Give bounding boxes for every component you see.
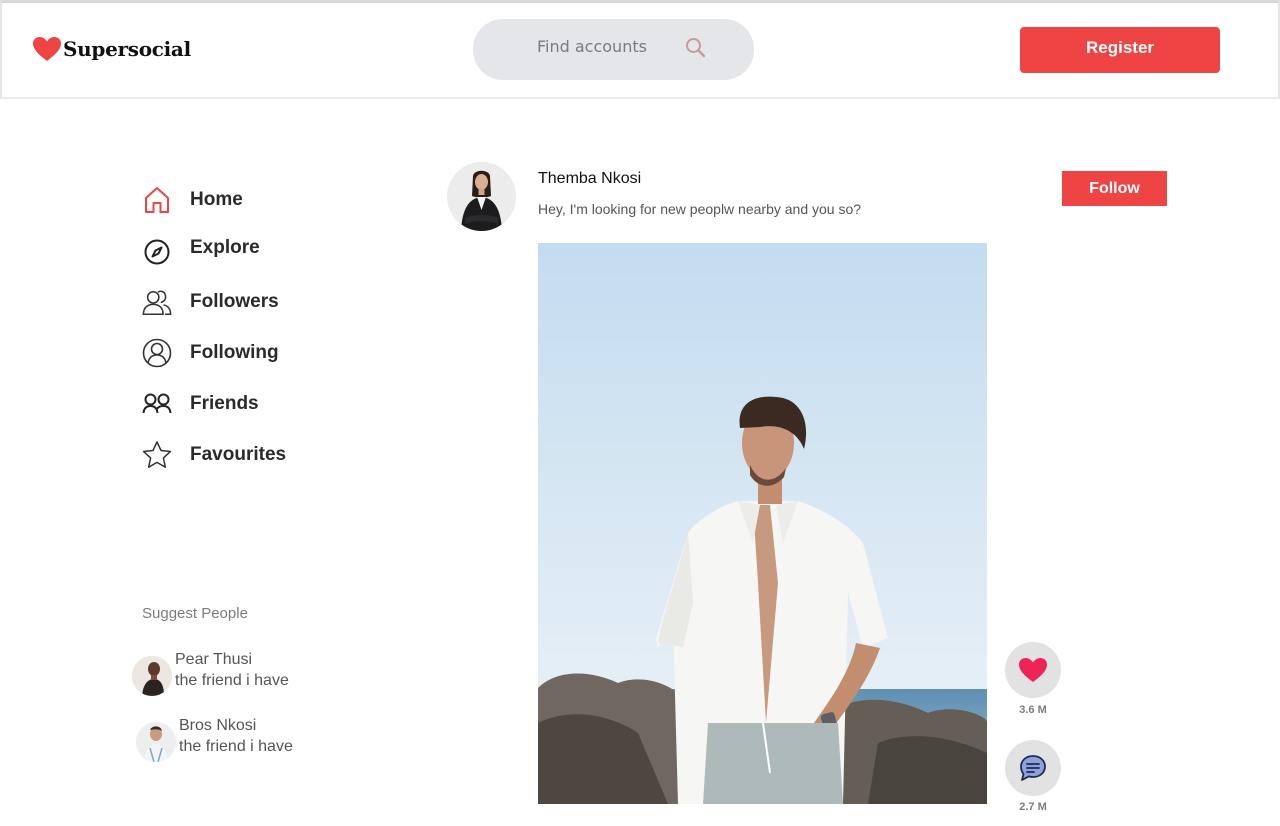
- user-circle-icon: [142, 338, 172, 368]
- search-bar[interactable]: [473, 19, 754, 80]
- follow-button[interactable]: Follow: [1062, 171, 1167, 206]
- users-icon: [142, 287, 172, 317]
- like-button[interactable]: [1005, 642, 1061, 698]
- brand-name: Supersocial: [63, 37, 191, 61]
- suggested-person[interactable]: Pear Thusi the friend i have: [132, 651, 352, 697]
- friends-icon: [142, 389, 172, 419]
- suggest-people-heading: Suggest People: [142, 605, 248, 622]
- sidebar-item-favourites[interactable]: Favourites: [142, 439, 286, 471]
- comment-count: 2.7 M: [1019, 801, 1047, 813]
- suggested-person[interactable]: Bros Nkosi the friend i have: [136, 717, 356, 763]
- sidebar-item-label: Following: [190, 342, 279, 363]
- sidebar-item-home[interactable]: Home: [142, 184, 243, 216]
- heart-logo-icon: [33, 37, 61, 61]
- sidebar-item-label: Home: [190, 189, 243, 210]
- sidebar-item-label: Favourites: [190, 444, 287, 465]
- comment-button[interactable]: [1005, 740, 1061, 796]
- sidebar-item-label: Explore: [190, 237, 260, 258]
- star-icon: [142, 440, 172, 470]
- brand-logo[interactable]: Supersocial: [32, 36, 191, 62]
- register-button[interactable]: Register: [1020, 27, 1220, 73]
- suggested-person-name: Pear Thusi: [175, 651, 253, 668]
- heart-icon: [1019, 658, 1047, 682]
- chat-bubble-icon: [1020, 755, 1046, 781]
- sidebar-item-label: Friends: [190, 393, 259, 414]
- post-caption: Hey, I'm looking for new peoplw nearby a…: [538, 201, 862, 217]
- avatar: [136, 722, 176, 762]
- search-input[interactable]: [537, 37, 677, 56]
- post-author-avatar[interactable]: [447, 162, 516, 231]
- sidebar-item-label: Followers: [190, 291, 279, 312]
- avatar: [132, 656, 172, 696]
- sidebar-item-following[interactable]: Following: [142, 337, 279, 369]
- suggested-person-name: Bros Nkosi: [179, 717, 257, 734]
- home-icon: [142, 185, 172, 215]
- post-image[interactable]: [538, 243, 987, 804]
- compass-icon: [142, 237, 172, 267]
- search-icon[interactable]: [684, 36, 708, 60]
- post-author-name[interactable]: Themba Nkosi: [538, 170, 641, 188]
- sidebar-item-friends[interactable]: Friends: [142, 388, 259, 420]
- like-count: 3.6 M: [1019, 704, 1047, 716]
- suggested-person-subtitle: the friend i have: [179, 738, 293, 755]
- suggested-person-subtitle: the friend i have: [175, 672, 289, 689]
- sidebar-item-explore[interactable]: Explore: [142, 232, 260, 267]
- sidebar-item-followers[interactable]: Followers: [142, 286, 279, 318]
